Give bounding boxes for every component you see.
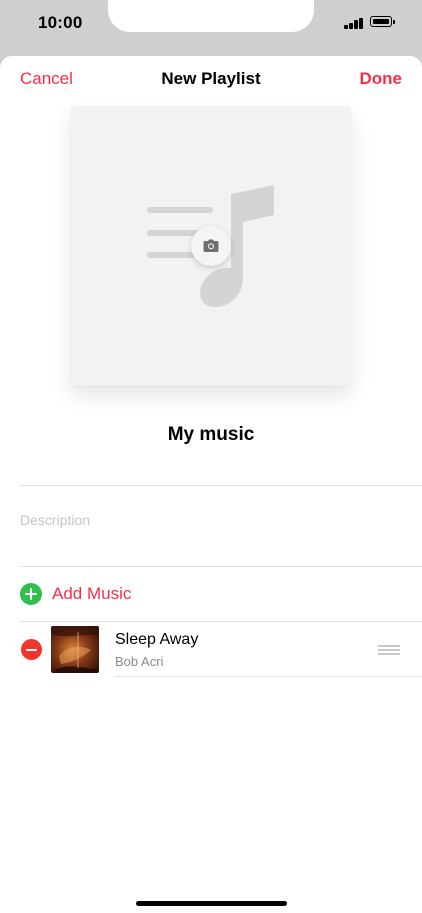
song-artist: Bob Acri	[115, 654, 164, 669]
description-field[interactable]	[20, 512, 400, 528]
camera-icon	[203, 239, 219, 252]
divider	[20, 566, 422, 567]
album-artwork	[51, 626, 99, 673]
divider	[20, 485, 422, 486]
status-time: 10:00	[38, 13, 83, 32]
phone-screen: 10:00 New Playlist Cancel Done My music …	[0, 0, 422, 913]
status-bar: 10:00	[0, 0, 422, 50]
playlist-artwork[interactable]	[71, 106, 351, 386]
battery-icon	[370, 16, 395, 27]
reorder-handle-icon[interactable]	[378, 644, 400, 656]
camera-button[interactable]	[191, 226, 231, 266]
cancel-button[interactable]: Cancel	[20, 69, 73, 89]
done-button[interactable]: Done	[360, 69, 403, 89]
home-indicator[interactable]	[136, 901, 287, 906]
cellular-signal-icon	[344, 16, 366, 29]
plus-circle-icon	[20, 583, 42, 605]
album-art-image	[51, 626, 99, 673]
playlist-name-field[interactable]: My music	[0, 424, 422, 446]
device-notch	[108, 0, 314, 32]
list-item[interactable]: Sleep Away Bob Acri	[0, 622, 422, 677]
new-playlist-sheet: New Playlist Cancel Done My music Descri…	[0, 56, 422, 913]
song-title: Sleep Away	[115, 631, 199, 648]
add-music-label: Add Music	[52, 584, 132, 603]
divider	[115, 676, 422, 677]
minus-circle-icon[interactable]	[21, 639, 42, 660]
